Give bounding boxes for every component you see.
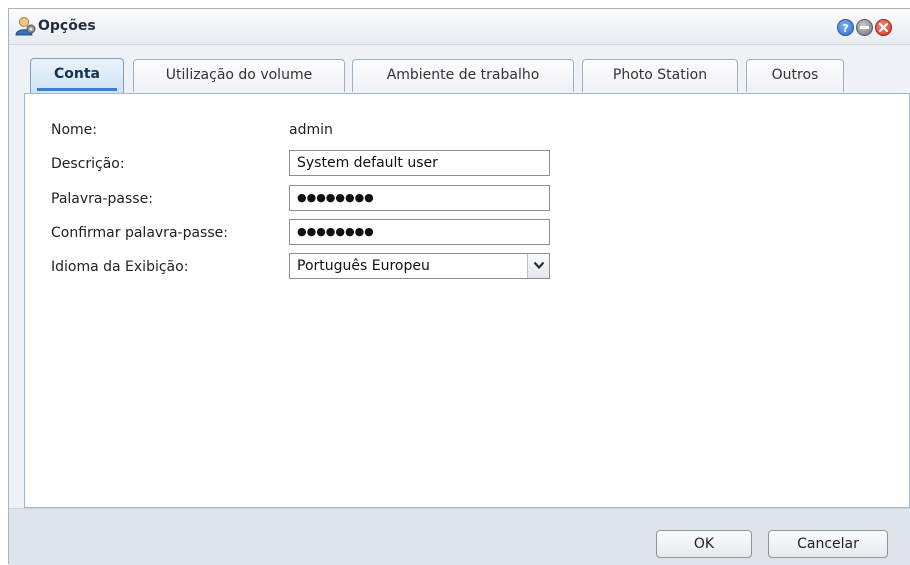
tab-bar: Conta Utilização do volume Ambiente de t… — [9, 45, 910, 97]
tab-label: Conta — [54, 66, 100, 82]
name-label: Nome: — [51, 122, 98, 138]
account-panel: Nome: admin Descrição: System default us… — [24, 93, 910, 508]
user-settings-icon — [15, 16, 37, 36]
dialog-footer: OK Cancelar — [9, 508, 910, 565]
password-field[interactable]: ●●●●●●●● — [289, 185, 550, 211]
language-select[interactable]: Português Europeu — [289, 253, 550, 279]
language-label: Idioma da Exibição: — [51, 259, 189, 275]
close-icon[interactable] — [875, 19, 892, 36]
description-label: Descrição: — [51, 156, 125, 172]
tab-label: Outros — [771, 67, 819, 83]
password-label: Palavra-passe: — [51, 191, 153, 207]
tab-photo-station[interactable]: Photo Station — [582, 59, 738, 92]
tab-label: Ambiente de trabalho — [386, 67, 540, 83]
tab-conta[interactable]: Conta — [30, 58, 124, 93]
title-bar[interactable]: Opções ? — [9, 9, 910, 45]
confirm-password-label: Confirmar palavra-passe: — [51, 225, 228, 241]
tab-label: Utilização do volume — [165, 67, 313, 83]
options-dialog: Opções ? Conta Utilização do volume Ambi… — [8, 8, 910, 565]
ok-button[interactable]: OK — [656, 530, 752, 558]
tab-label: Photo Station — [612, 67, 708, 83]
dialog-title: Opções — [38, 18, 96, 34]
confirm-password-field[interactable]: ●●●●●●●● — [289, 219, 550, 245]
cancel-button[interactable]: Cancelar — [768, 530, 888, 558]
language-selected-value: Português Europeu — [297, 258, 430, 274]
chevron-down-icon[interactable] — [527, 254, 549, 278]
tab-utilizacao-do-volume[interactable]: Utilização do volume — [133, 59, 345, 92]
help-icon[interactable]: ? — [837, 19, 854, 36]
minimize-icon[interactable] — [856, 19, 873, 36]
name-value: admin — [289, 122, 333, 138]
description-field[interactable]: System default user — [289, 150, 550, 176]
tab-ambiente-de-trabalho[interactable]: Ambiente de trabalho — [352, 59, 574, 92]
tab-outros[interactable]: Outros — [746, 59, 844, 92]
